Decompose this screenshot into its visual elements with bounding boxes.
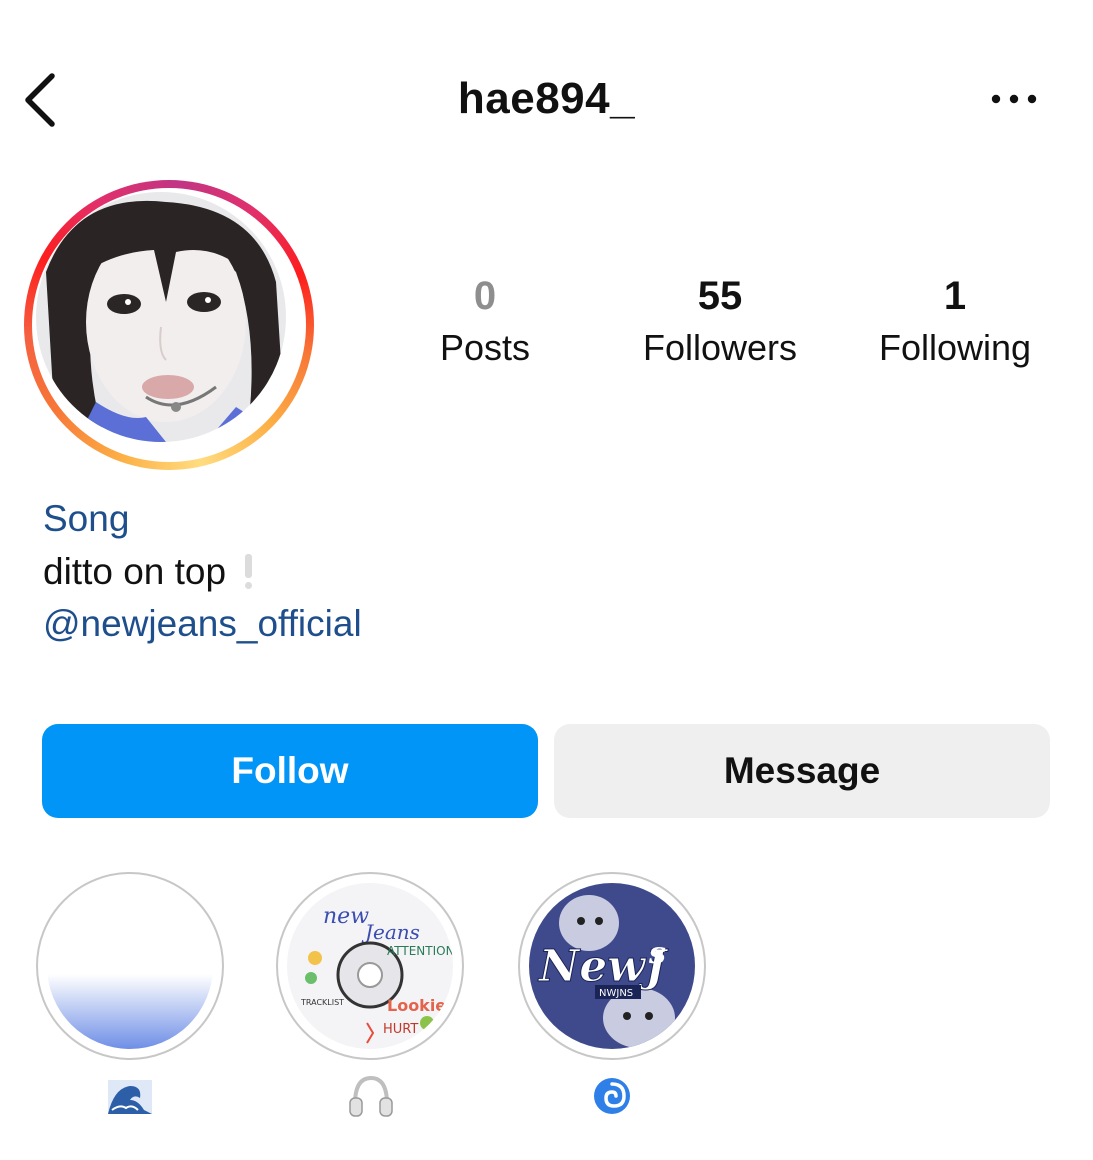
profile-avatar bbox=[36, 192, 286, 442]
posts-count: 0 bbox=[473, 274, 497, 318]
highlight-3-cover: NewJ NWJNS s bbox=[529, 883, 695, 1049]
profile-username-title: hae894_ bbox=[457, 74, 636, 123]
followers-count: 55 bbox=[697, 274, 743, 318]
svg-text:new: new bbox=[323, 904, 369, 929]
svg-text:ATTENTION: ATTENTION bbox=[387, 944, 453, 958]
highlight-2[interactable]: new Jeans ATTENTION TRACKLIST Lookie HUR… bbox=[276, 872, 464, 1060]
posts-label: Posts bbox=[439, 327, 531, 368]
followers-label: Followers bbox=[642, 327, 798, 368]
bio-name-link[interactable]: Song bbox=[43, 498, 129, 540]
svg-text:TRACKLIST: TRACKLIST bbox=[300, 998, 344, 1007]
svg-text:HURT: HURT bbox=[383, 1022, 418, 1037]
bio-text-content: ditto on top bbox=[43, 551, 227, 592]
followers-stat[interactable]: 55 Followers bbox=[610, 270, 830, 374]
highlight-1[interactable] bbox=[36, 872, 224, 1060]
message-button[interactable]: Message bbox=[554, 724, 1050, 818]
highlight-3[interactable]: NewJ NWJNS s bbox=[518, 872, 706, 1060]
svg-text:s: s bbox=[648, 936, 666, 971]
highlight-2-cover: new Jeans ATTENTION TRACKLIST Lookie HUR… bbox=[287, 883, 453, 1049]
follow-button[interactable]: Follow bbox=[42, 724, 538, 818]
following-count: 1 bbox=[943, 274, 967, 318]
svg-text:NWJNS: NWJNS bbox=[599, 988, 633, 999]
bio-text: ditto on top bbox=[43, 551, 253, 593]
highlight-1-cover bbox=[47, 883, 213, 1049]
bio-mention-link[interactable]: @newjeans_official bbox=[43, 603, 362, 645]
svg-text:Lookie: Lookie bbox=[387, 996, 446, 1015]
wave-emoji-icon bbox=[108, 1080, 152, 1114]
profile-avatar-story-ring[interactable] bbox=[24, 180, 314, 470]
white-exclamation-icon bbox=[244, 554, 253, 589]
cyclone-emoji-icon bbox=[594, 1078, 630, 1114]
headphones-emoji-icon bbox=[349, 1075, 393, 1117]
posts-stat: 0 Posts bbox=[375, 270, 595, 374]
following-label: Following bbox=[878, 327, 1032, 368]
svg-text:Jeans: Jeans bbox=[361, 920, 420, 944]
following-stat[interactable]: 1 Following bbox=[845, 270, 1065, 374]
more-options-icon[interactable] bbox=[988, 84, 1040, 114]
